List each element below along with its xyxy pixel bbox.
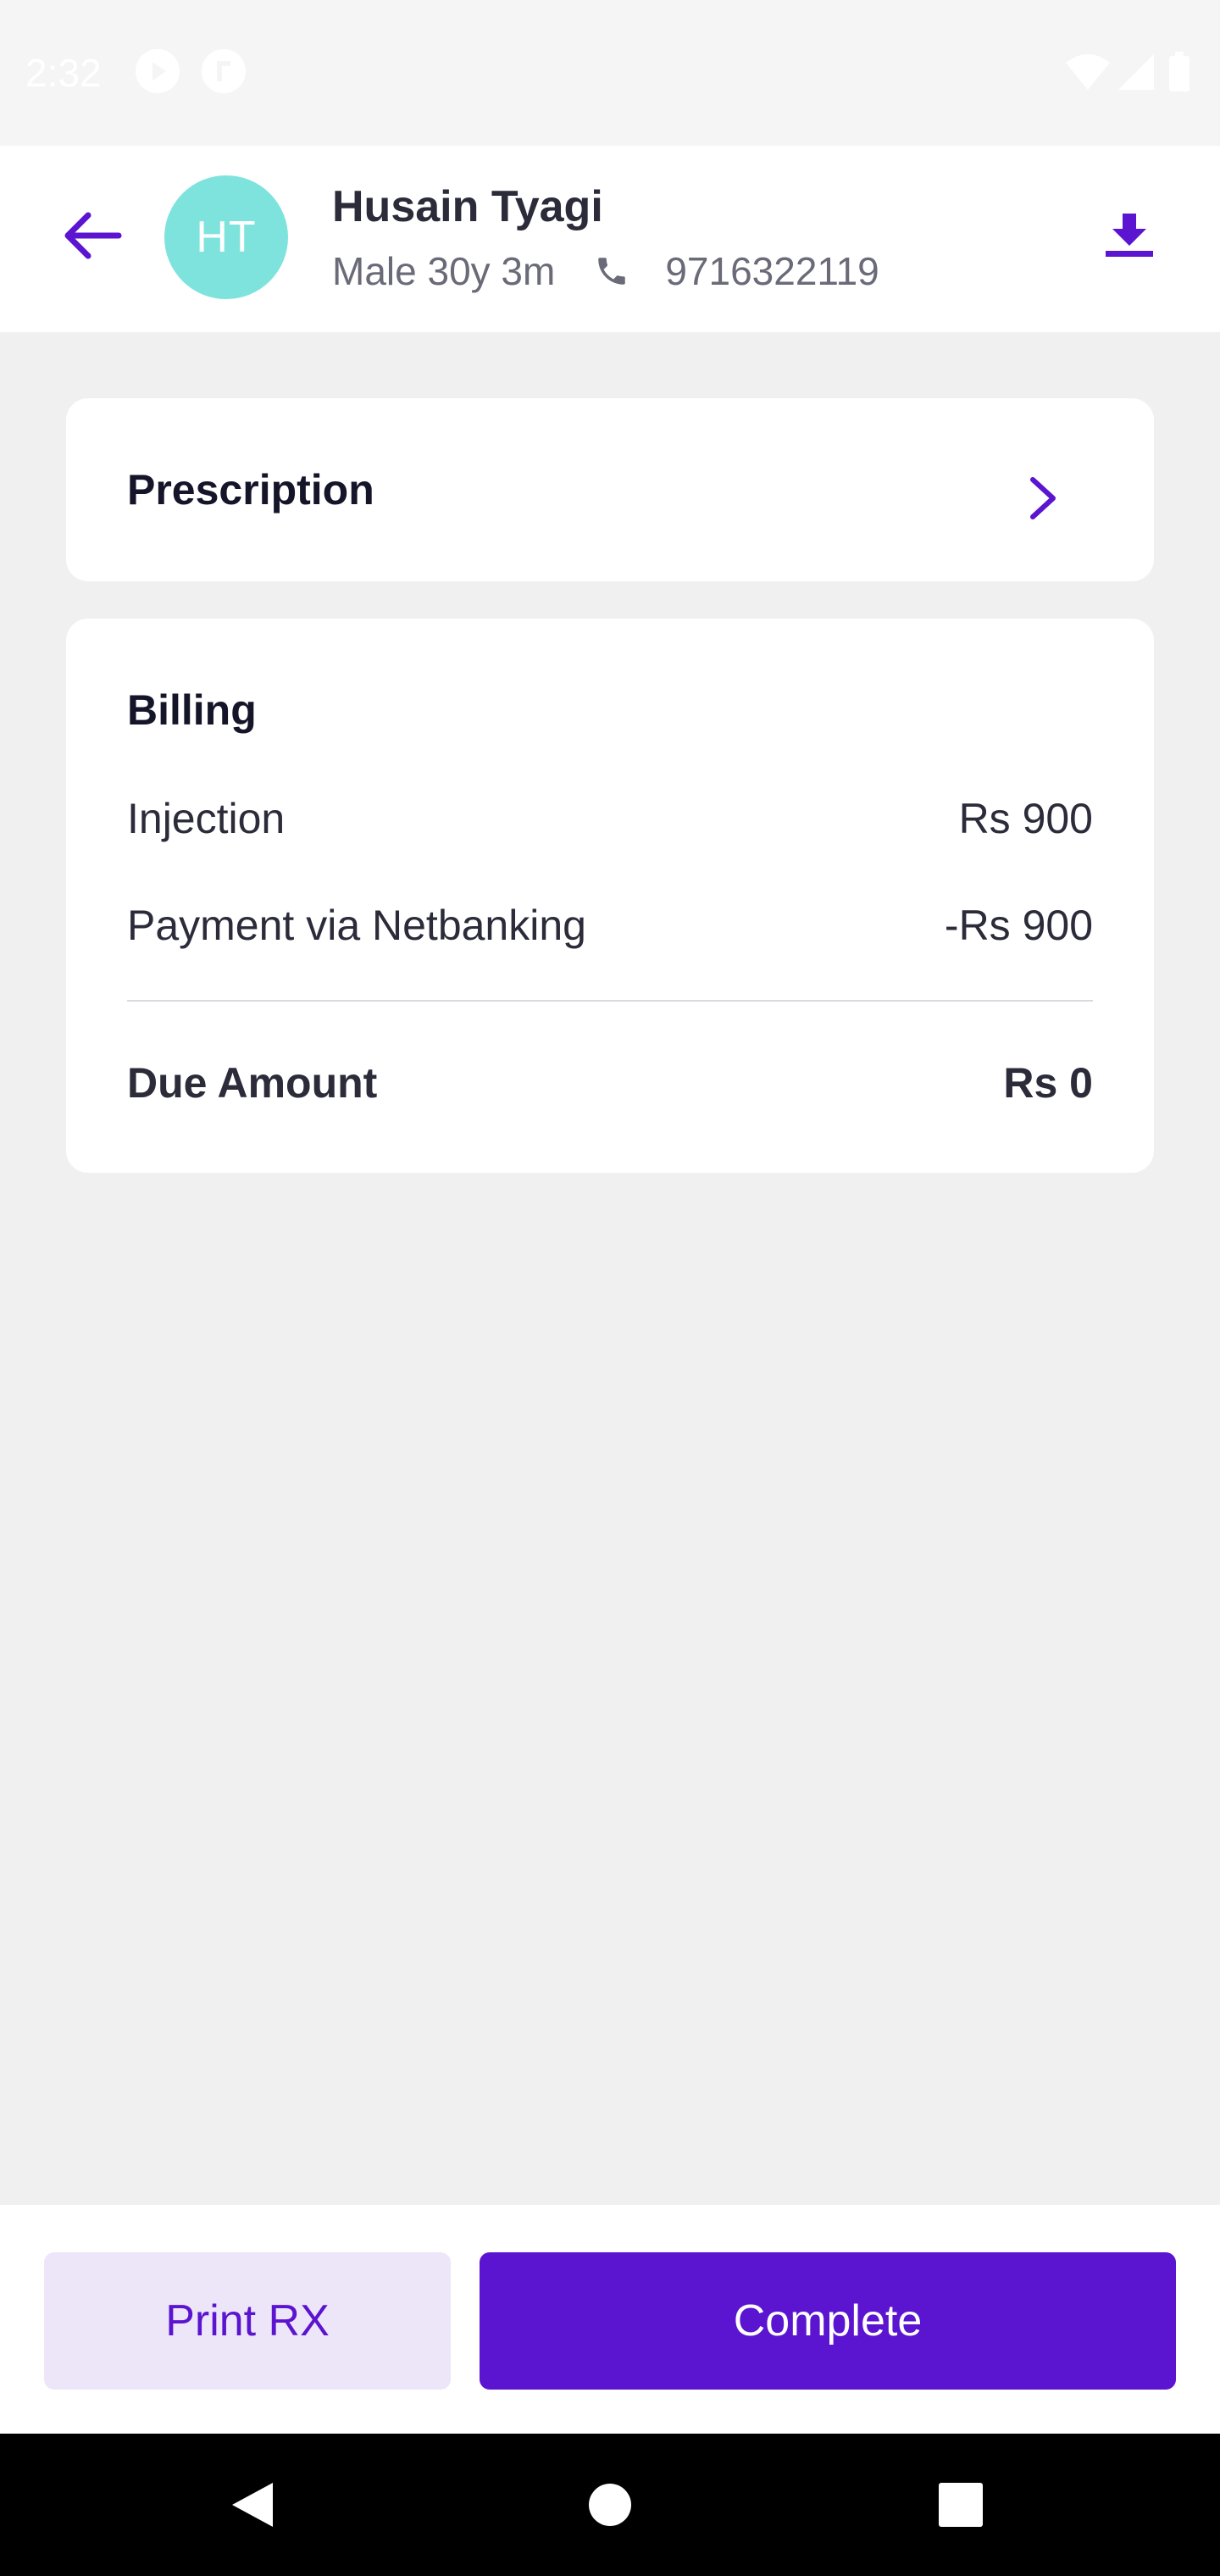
status-time: 2:32 <box>25 51 102 95</box>
back-button[interactable] <box>53 198 130 276</box>
action-bar: Print RX Complete <box>0 2205 1220 2434</box>
system-nav-bar <box>0 2434 1220 2576</box>
bill-item-amount: Rs 900 <box>958 795 1093 842</box>
media-play-icon <box>136 49 180 93</box>
bill-item-label: Payment via Netbanking <box>127 902 586 949</box>
chevron-right-icon <box>1023 475 1062 522</box>
complete-button[interactable]: Complete <box>480 2252 1176 2390</box>
billing-title: Billing <box>127 686 257 734</box>
divider <box>127 1000 1093 1002</box>
bill-item-label: Injection <box>127 795 286 842</box>
recents-square-icon[interactable] <box>932 2476 990 2534</box>
patient-info: Male 30y 3m <box>332 249 556 293</box>
home-circle-icon[interactable] <box>581 2476 639 2534</box>
download-button[interactable] <box>1091 198 1167 275</box>
bill-item-row: Payment via Netbanking -Rs 900 <box>127 900 1093 951</box>
download-icon <box>1104 212 1155 262</box>
prescription-card[interactable]: Prescription <box>66 398 1154 581</box>
sync-icon <box>202 49 246 93</box>
battery-icon <box>1169 52 1190 92</box>
due-amount-label: Due Amount <box>127 1059 378 1107</box>
patient-meta: Male 30y 3m 9716322119 <box>332 247 879 295</box>
billing-card: Billing Injection Rs 900 Payment via Net… <box>66 619 1154 1173</box>
patient-phone[interactable]: 9716322119 <box>665 247 879 295</box>
print-rx-button[interactable]: Print RX <box>44 2252 451 2390</box>
patient-header: HT Husain Tyagi Male 30y 3m 9716322119 <box>0 146 1220 332</box>
signal-icon <box>1118 54 1154 90</box>
phone-icon <box>592 252 631 291</box>
due-amount-value: Rs 0 <box>1003 1059 1093 1107</box>
due-amount-row: Due Amount Rs 0 <box>127 1058 1093 1108</box>
wifi-icon <box>1066 54 1110 90</box>
patient-name: Husain Tyagi <box>332 182 603 231</box>
bill-item-amount: -Rs 900 <box>944 902 1093 949</box>
bill-item-row: Injection Rs 900 <box>127 793 1093 844</box>
avatar: HT <box>164 175 288 299</box>
arrow-left-icon <box>59 210 124 265</box>
back-triangle-icon[interactable] <box>224 2476 281 2534</box>
status-right-icons <box>1064 49 1200 97</box>
prescription-title: Prescription <box>127 466 374 514</box>
status-bar: 2:32 <box>0 0 1220 146</box>
